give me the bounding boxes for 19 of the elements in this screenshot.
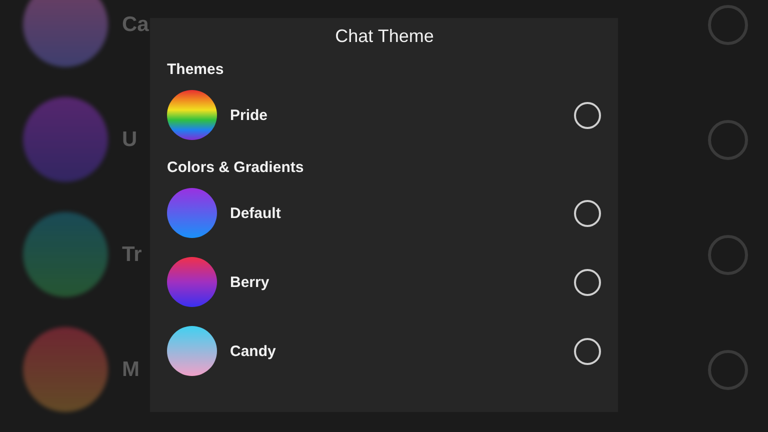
sheet-title: Chat Theme — [334, 26, 435, 47]
theme-label: Tr — [122, 242, 142, 266]
theme-swatch[interactable] — [167, 257, 217, 307]
theme-label[interactable]: Default — [230, 204, 281, 222]
radio-button[interactable] — [574, 268, 601, 296]
section-heading: Themes — [167, 61, 225, 78]
radio-button[interactable] — [574, 102, 601, 128]
theme-swatch[interactable] — [167, 326, 217, 376]
radio-button[interactable] — [574, 338, 601, 364]
theme-swatch[interactable] — [167, 90, 217, 140]
theme-label[interactable]: Berry — [230, 274, 270, 290]
section-heading: Colors & Gradients — [167, 159, 305, 176]
theme-label: M — [122, 358, 140, 382]
theme-label: Ca — [122, 12, 149, 36]
theme-swatch[interactable] — [167, 188, 217, 238]
theme-label[interactable]: Candy — [230, 342, 276, 360]
theme-label: U — [122, 128, 138, 152]
theme-label[interactable]: Pride — [230, 106, 268, 124]
radio-button[interactable] — [574, 200, 601, 226]
